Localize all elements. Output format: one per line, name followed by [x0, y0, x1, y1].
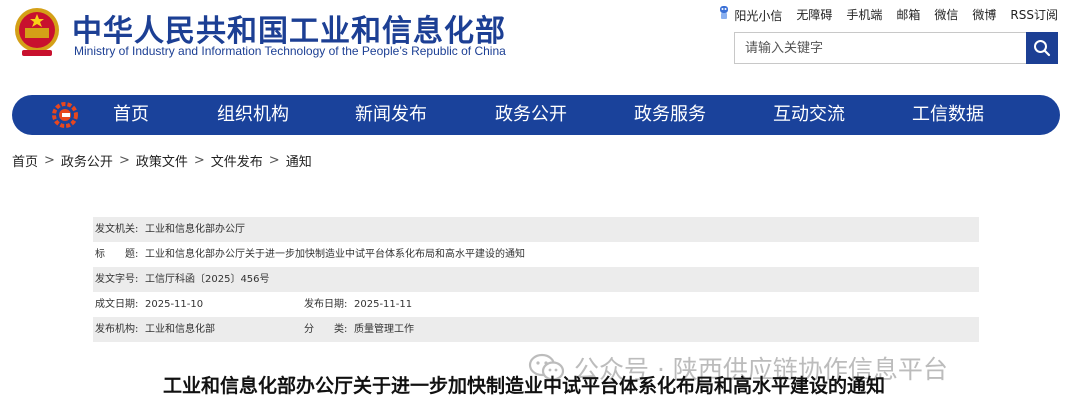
meta-value-issuer: 工业和信息化部办公厅	[145, 224, 245, 235]
meta-value-title: 工业和信息化部办公厅关于进一步加快制造业中试平台体系化布局和高水平建设的通知	[145, 249, 525, 260]
meta-label: 发布日期:	[304, 299, 348, 310]
toplink-weibo[interactable]: 微博	[972, 6, 996, 23]
meta-row-doc-no: 发文字号: 工信厅科函〔2025〕456号	[93, 267, 979, 292]
meta-row-org: 发布机构: 工业和信息化部 分 类: 质量管理工作	[93, 317, 979, 342]
nav-item-gov-affairs-open[interactable]: 政务公开	[495, 95, 567, 135]
toplink-wechat[interactable]: 微信	[934, 6, 958, 23]
search-box	[734, 32, 1058, 64]
meta-label: 标 题:	[95, 249, 139, 260]
nav-item-home[interactable]: 首页	[113, 95, 149, 135]
meta-row-dates: 成文日期: 2025-11-10 发布日期: 2025-11-11	[93, 292, 979, 317]
breadcrumb-home[interactable]: 首页	[12, 151, 38, 170]
breadcrumb-separator: >	[193, 153, 205, 168]
meta-label: 成文日期:	[95, 299, 139, 310]
nav-item-interaction[interactable]: 互动交流	[773, 95, 845, 135]
toplink-mail[interactable]: 邮箱	[896, 6, 920, 23]
meta-label: 发文机关:	[95, 224, 139, 235]
breadcrumb-gov-affairs-open[interactable]: 政务公开	[61, 151, 113, 170]
site-header: 中华人民共和国工业和信息化部 Ministry of Industry and …	[0, 0, 1080, 90]
search-icon	[1034, 40, 1051, 57]
article-title: 工业和信息化部办公厅关于进一步加快制造业中试平台体系化布局和高水平建设的通知	[163, 375, 886, 397]
document-meta-table: 发文机关: 工业和信息化部办公厅 标 题: 工业和信息化部办公厅关于进一步加快制…	[93, 217, 979, 342]
meta-value-doc-no: 工信厅科函〔2025〕456号	[145, 274, 270, 285]
toplink-mobile[interactable]: 手机端	[846, 6, 882, 23]
meta-label: 发文字号:	[95, 274, 139, 285]
meta-row-title: 标 题: 工业和信息化部办公厅关于进一步加快制造业中试平台体系化布局和高水平建设…	[93, 242, 979, 267]
miit-logo-icon	[52, 102, 78, 128]
breadcrumb-policy-docs[interactable]: 政策文件	[136, 151, 188, 170]
site-subtitle: Ministry of Industry and Information Tec…	[74, 44, 506, 58]
meta-label: 分 类:	[304, 324, 348, 335]
national-emblem-icon	[15, 8, 59, 56]
robot-icon	[720, 6, 729, 19]
nav-item-gov-services[interactable]: 政务服务	[634, 95, 706, 135]
nav-item-news[interactable]: 新闻发布	[355, 95, 427, 135]
toplink-rss[interactable]: RSS订阅	[1010, 6, 1058, 23]
breadcrumb: 首页 > 政务公开 > 政策文件 > 文件发布 > 通知	[12, 151, 312, 170]
nav-item-data[interactable]: 工信数据	[912, 95, 984, 135]
breadcrumb-separator: >	[118, 153, 130, 168]
breadcrumb-separator: >	[268, 153, 280, 168]
nav-item-organization[interactable]: 组织机构	[217, 95, 289, 135]
breadcrumb-notice[interactable]: 通知	[286, 151, 312, 170]
meta-label: 发布机构:	[95, 324, 139, 335]
main-nav: 首页 组织机构 新闻发布 政务公开 政务服务 互动交流 工信数据	[12, 95, 1060, 135]
meta-value-published: 2025-11-11	[354, 299, 413, 310]
meta-value-org: 工业和信息化部	[145, 324, 215, 335]
top-links: 阳光小信 无障碍 手机端 邮箱 微信 微博 RSS订阅	[718, 4, 1058, 24]
search-button[interactable]	[1026, 32, 1058, 64]
search-input[interactable]	[735, 33, 1025, 63]
toplink-label: 阳光小信	[734, 9, 783, 23]
toplink-accessibility[interactable]: 无障碍	[796, 6, 832, 23]
breadcrumb-separator: >	[44, 153, 55, 168]
breadcrumb-doc-release[interactable]: 文件发布	[211, 151, 263, 170]
meta-value-created: 2025-11-10	[145, 299, 204, 310]
meta-value-category: 质量管理工作	[354, 324, 414, 335]
toplink-yangguangxiaoxin[interactable]: 阳光小信	[718, 4, 782, 24]
meta-row-issuer: 发文机关: 工业和信息化部办公厅	[93, 217, 979, 242]
